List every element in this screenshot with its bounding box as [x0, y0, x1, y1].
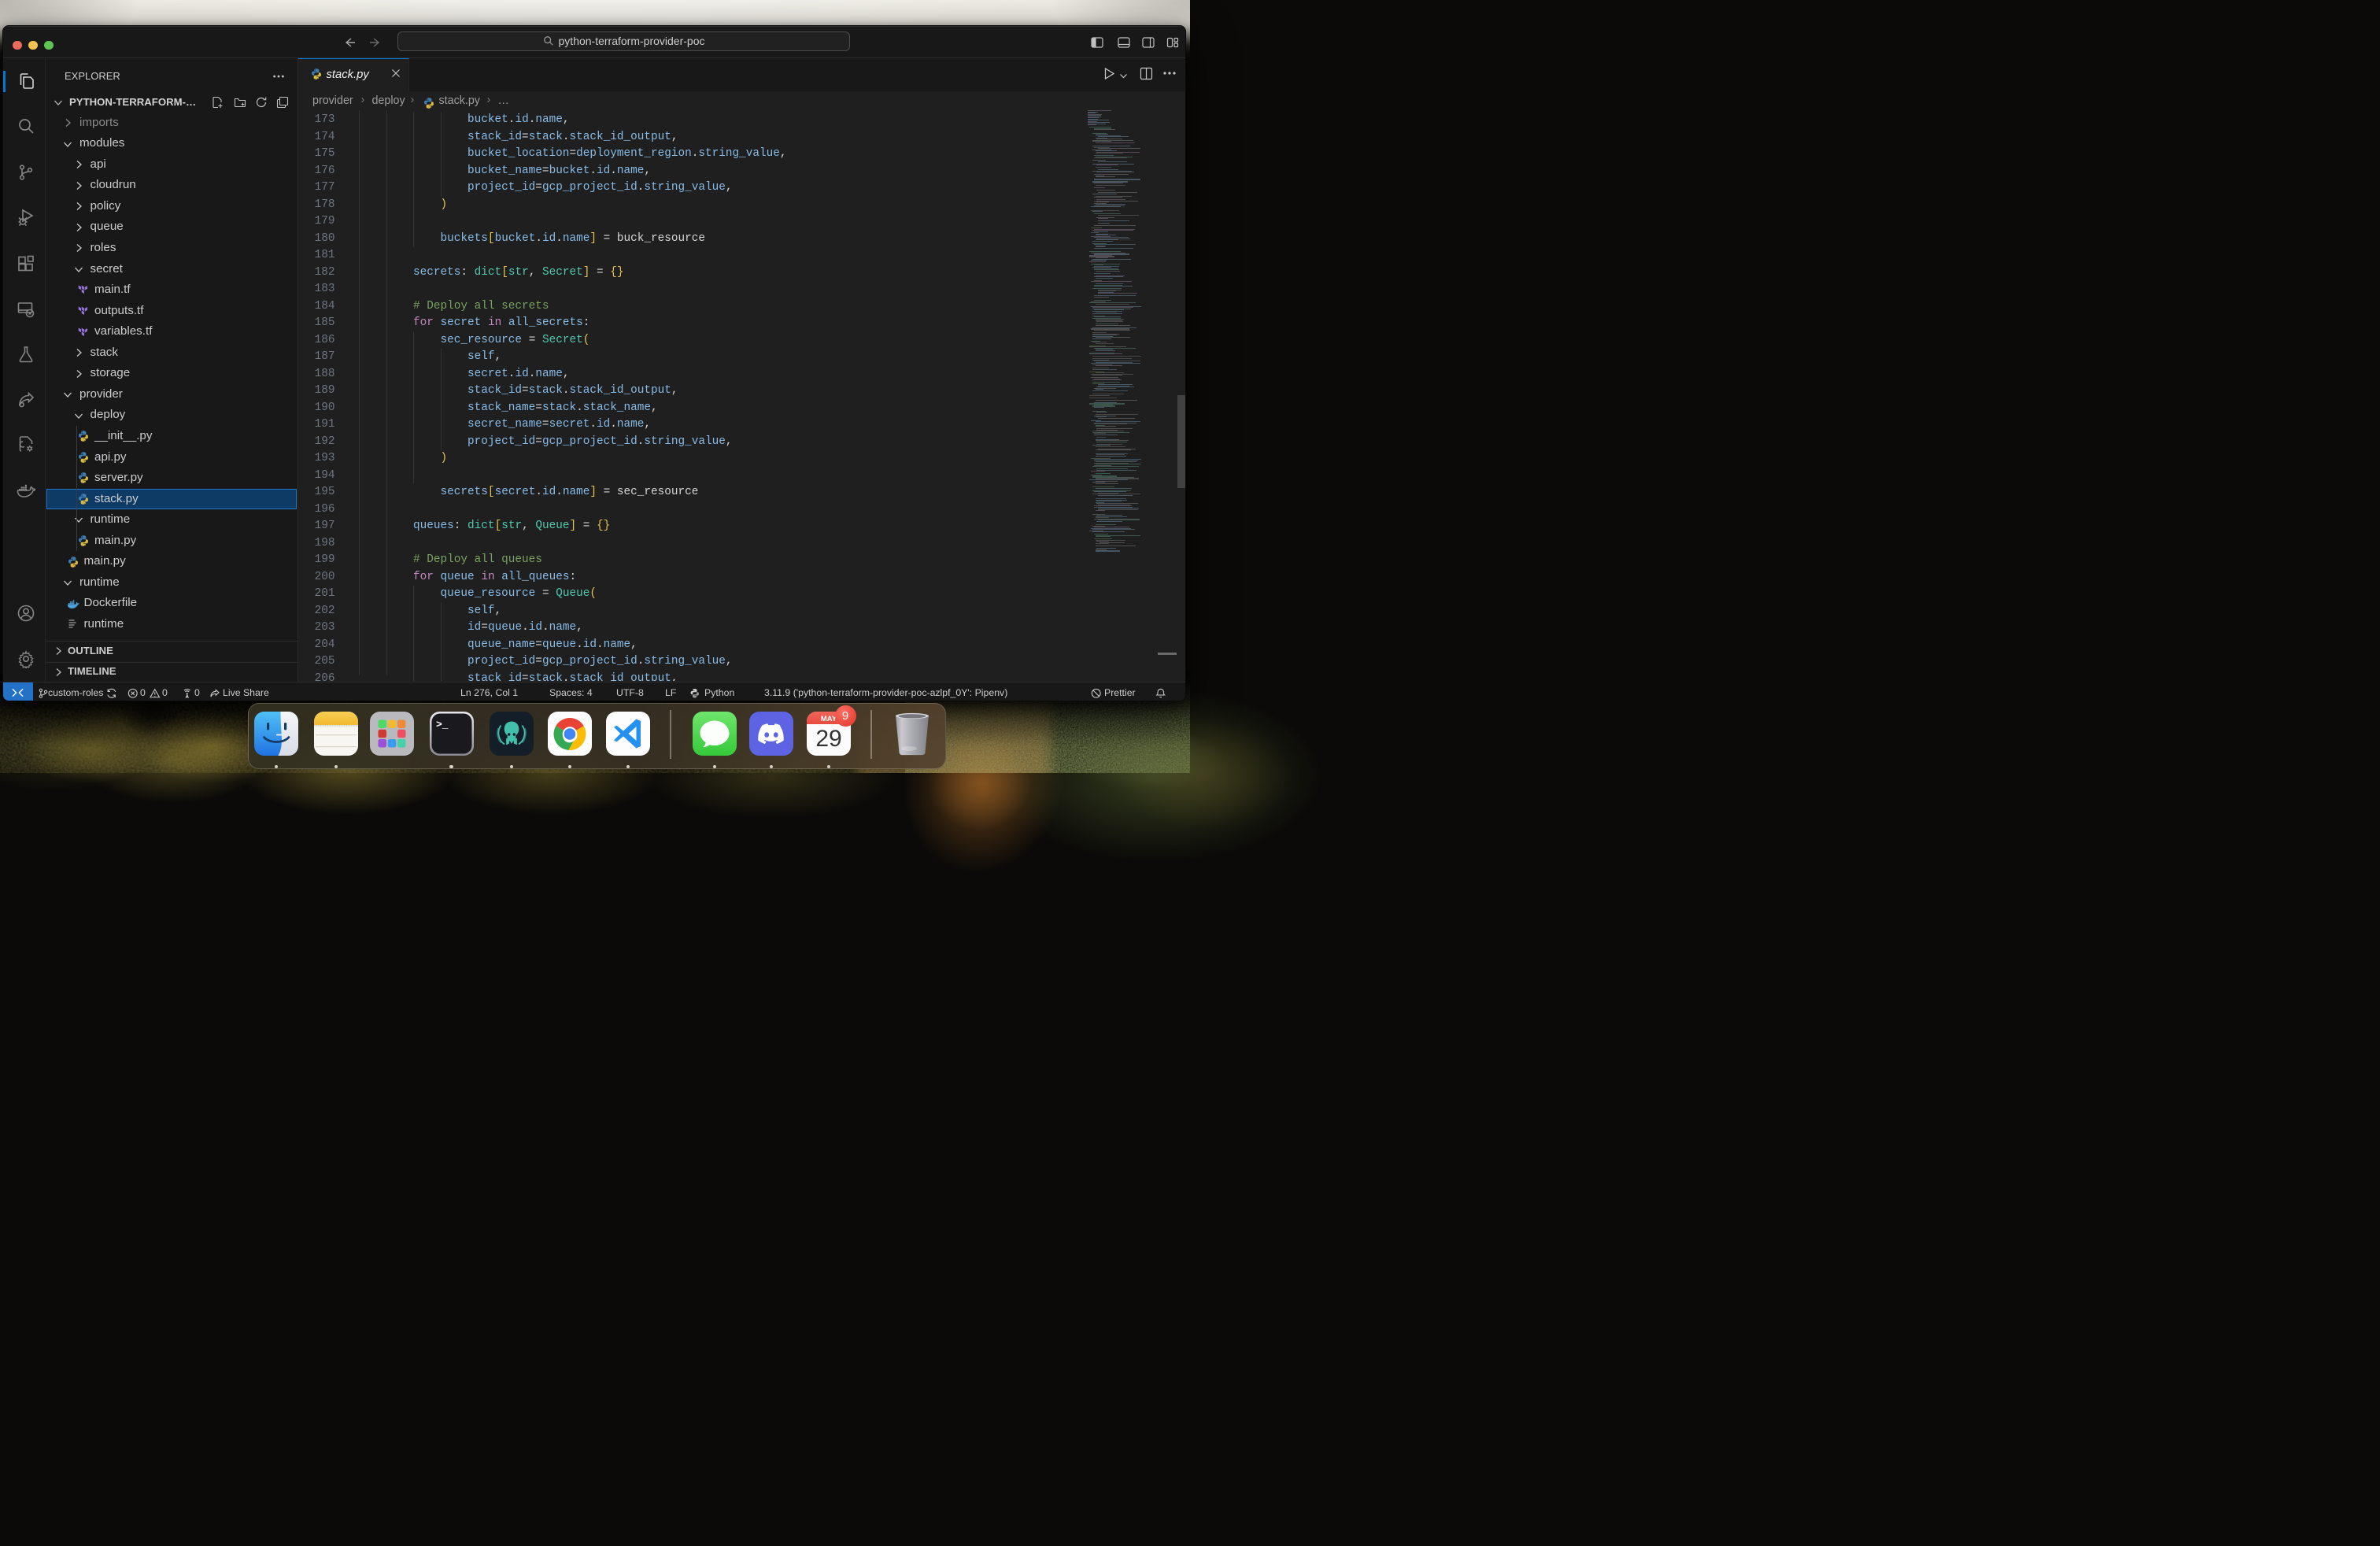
svg-text:>_: >_ [436, 719, 449, 730]
svg-text:29: 29 [815, 726, 841, 752]
